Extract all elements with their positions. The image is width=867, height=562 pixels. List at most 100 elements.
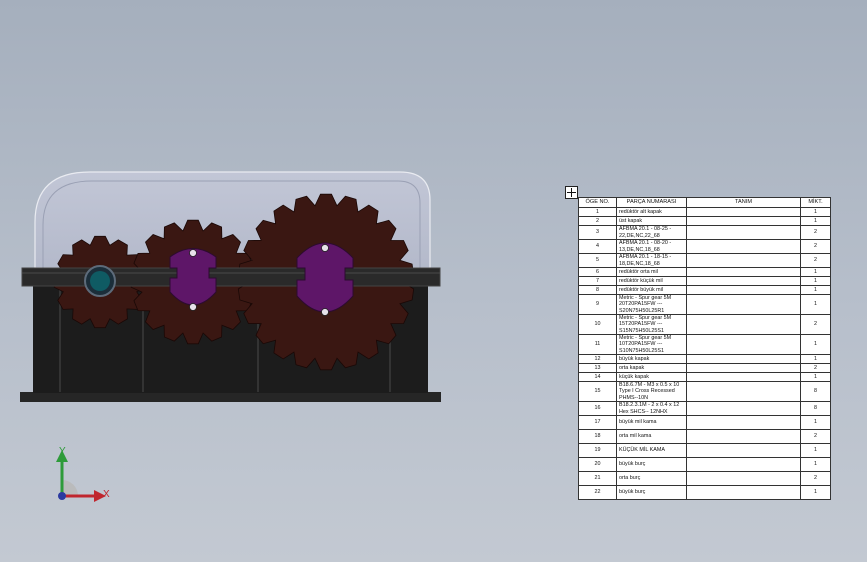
bom-cell-item-no: 3	[578, 225, 617, 240]
bom-header-quantity: MİKT.	[800, 197, 831, 208]
table-row[interactable]: 13 orta kapak 2	[578, 363, 831, 373]
bom-cell-part-number: AFBMA 20.1 - 08-25 - 22,DE,NC,22_68	[616, 225, 687, 240]
table-row[interactable]: 20 büyük burç 1	[578, 457, 831, 472]
bom-cell-quantity: 2	[800, 429, 831, 444]
bom-cell-quantity: 1	[800, 334, 831, 355]
bom-cell-item-no: 14	[578, 372, 617, 382]
housing-base-plate	[20, 392, 441, 402]
bom-cell-item-no: 20	[578, 457, 617, 472]
bom-cell-part-number: AFBMA 20.1 - 18-15 - 18,DE,NC,18_68	[616, 253, 687, 268]
bom-cell-item-no: 11	[578, 334, 617, 355]
table-row[interactable]: 19 KÜÇÜK MİL KAMA 1	[578, 443, 831, 458]
bom-cell-quantity: 1	[800, 267, 831, 277]
bom-cell-quantity: 1	[800, 207, 831, 217]
bom-cell-part-number: Metric - Spur gear 5M 10T20PA15FW --- S1…	[616, 334, 687, 355]
table-row[interactable]: 9 Metric - Spur gear 5M 20T20PA15FW --- S…	[578, 294, 831, 315]
table-row[interactable]: 1 redüktör alt kapak 1	[578, 207, 831, 217]
table-row[interactable]: 8 redüktör büyük mil 1	[578, 285, 831, 295]
bom-cell-quantity: 1	[800, 276, 831, 286]
bom-cell-quantity: 1	[800, 354, 831, 364]
table-row[interactable]: 11 Metric - Spur gear 5M 10T20PA15FW --- …	[578, 334, 831, 355]
bom-cell-item-no: 8	[578, 285, 617, 295]
bom-cell-part-number: orta burç	[616, 471, 687, 486]
bom-cell-quantity: 2	[800, 225, 831, 240]
bom-cell-part-number: B18.6.7M - M3 x 0.5 x 10 Type I Cross Re…	[616, 381, 687, 402]
bom-cell-item-no: 16	[578, 401, 617, 416]
bom-cell-quantity: 2	[800, 363, 831, 373]
bom-table[interactable]: ÖGE NO. PARÇA NUMARASI TANIM MİKT. 1 redü…	[578, 197, 831, 500]
bom-cell-description	[686, 253, 801, 268]
bom-cell-item-no: 22	[578, 485, 617, 500]
bom-cell-part-number: orta kapak	[616, 363, 687, 373]
bom-cell-description	[686, 294, 801, 315]
table-row[interactable]: 12 büyük kapak 1	[578, 354, 831, 364]
bom-cell-item-no: 4	[578, 239, 617, 254]
x-axis-label: X	[103, 489, 110, 500]
bom-cell-item-no: 15	[578, 381, 617, 402]
bom-cell-item-no: 12	[578, 354, 617, 364]
table-row[interactable]: 15 B18.6.7M - M3 x 0.5 x 10 Type I Cross …	[578, 381, 831, 402]
bom-cell-item-no: 21	[578, 471, 617, 486]
small-shaft-bearing[interactable]	[84, 265, 116, 297]
bom-cell-quantity: 2	[800, 253, 831, 268]
bom-header-row: ÖGE NO. PARÇA NUMARASI TANIM MİKT.	[578, 197, 831, 208]
bom-cell-part-number: üst kapak	[616, 216, 687, 226]
table-row[interactable]: 4 AFBMA 20.1 - 08-20 - 13,DE,NC,18_68 2	[578, 239, 831, 254]
bom-cell-quantity: 1	[800, 443, 831, 458]
table-row[interactable]: 17 büyük mil kama 1	[578, 415, 831, 430]
bom-cell-item-no: 5	[578, 253, 617, 268]
large-shaft-cover[interactable]	[296, 242, 354, 316]
bom-cell-part-number: B18.2.3.1M - 2 x 0.4 x 12 Hex SHCS-- 12N…	[616, 401, 687, 416]
bom-cell-item-no: 2	[578, 216, 617, 226]
bom-cell-description	[686, 267, 801, 277]
bom-cell-item-no: 7	[578, 276, 617, 286]
table-row[interactable]: 3 AFBMA 20.1 - 08-25 - 22,DE,NC,22_68 2	[578, 225, 831, 240]
table-row[interactable]: 2 üst kapak 1	[578, 216, 831, 226]
bom-cell-quantity: 2	[800, 471, 831, 486]
bom-cell-item-no: 13	[578, 363, 617, 373]
bom-header-item-no: ÖGE NO.	[578, 197, 617, 208]
cross-screw-icon	[321, 308, 329, 316]
table-row[interactable]: 18 orta mil kama 2	[578, 429, 831, 444]
table-row[interactable]: 7 redüktör küçük mil 1	[578, 276, 831, 286]
bom-cell-part-number: redüktör büyük mil	[616, 285, 687, 295]
table-row[interactable]: 14 küçük kapak 1	[578, 372, 831, 382]
coordinate-triad: Y X	[56, 446, 110, 502]
bom-cell-description	[686, 471, 801, 486]
table-row[interactable]: 16 B18.2.3.1M - 2 x 0.4 x 12 Hex SHCS-- 1…	[578, 401, 831, 416]
cross-screw-icon	[321, 244, 329, 252]
table-row[interactable]: 5 AFBMA 20.1 - 18-15 - 18,DE,NC,18_68 2	[578, 253, 831, 268]
bom-cell-description	[686, 443, 801, 458]
bom-cell-part-number: AFBMA 20.1 - 08-20 - 13,DE,NC,18_68	[616, 239, 687, 254]
y-axis-label: Y	[59, 446, 66, 457]
table-row[interactable]: 21 orta burç 2	[578, 471, 831, 486]
bom-cell-part-number: redüktör küçük mil	[616, 276, 687, 286]
cross-screw-icon	[189, 249, 197, 257]
table-row[interactable]: 6 redüktör orta mil 1	[578, 267, 831, 277]
bom-cell-item-no: 18	[578, 429, 617, 444]
move-table-handle-icon[interactable]	[565, 186, 578, 199]
bom-cell-description	[686, 216, 801, 226]
bom-cell-part-number: Metric - Spur gear 5M 15T20PA15FW --- S1…	[616, 314, 687, 335]
bom-cell-quantity: 8	[800, 381, 831, 402]
z-axis-dot	[58, 492, 66, 500]
bom-cell-description	[686, 363, 801, 373]
bom-header-part-number: PARÇA NUMARASI	[616, 197, 687, 208]
bom-cell-item-no: 10	[578, 314, 617, 335]
bom-cell-part-number: büyük kapak	[616, 354, 687, 364]
bom-cell-part-number: büyük mil kama	[616, 415, 687, 430]
table-row[interactable]: 22 büyük burç 1	[578, 485, 831, 500]
bom-cell-quantity: 2	[800, 239, 831, 254]
bom-cell-description	[686, 239, 801, 254]
bom-cell-description	[686, 429, 801, 444]
table-row[interactable]: 10 Metric - Spur gear 5M 15T20PA15FW --- …	[578, 314, 831, 335]
bom-cell-part-number: orta mil kama	[616, 429, 687, 444]
bom-cell-quantity: 1	[800, 372, 831, 382]
bom-cell-description	[686, 381, 801, 402]
bom-cell-part-number: redüktör orta mil	[616, 267, 687, 277]
bom-cell-quantity: 1	[800, 294, 831, 315]
bom-cell-quantity: 1	[800, 415, 831, 430]
bom-header-description: TANIM	[686, 197, 801, 208]
bom-cell-description	[686, 207, 801, 217]
bom-cell-item-no: 6	[578, 267, 617, 277]
